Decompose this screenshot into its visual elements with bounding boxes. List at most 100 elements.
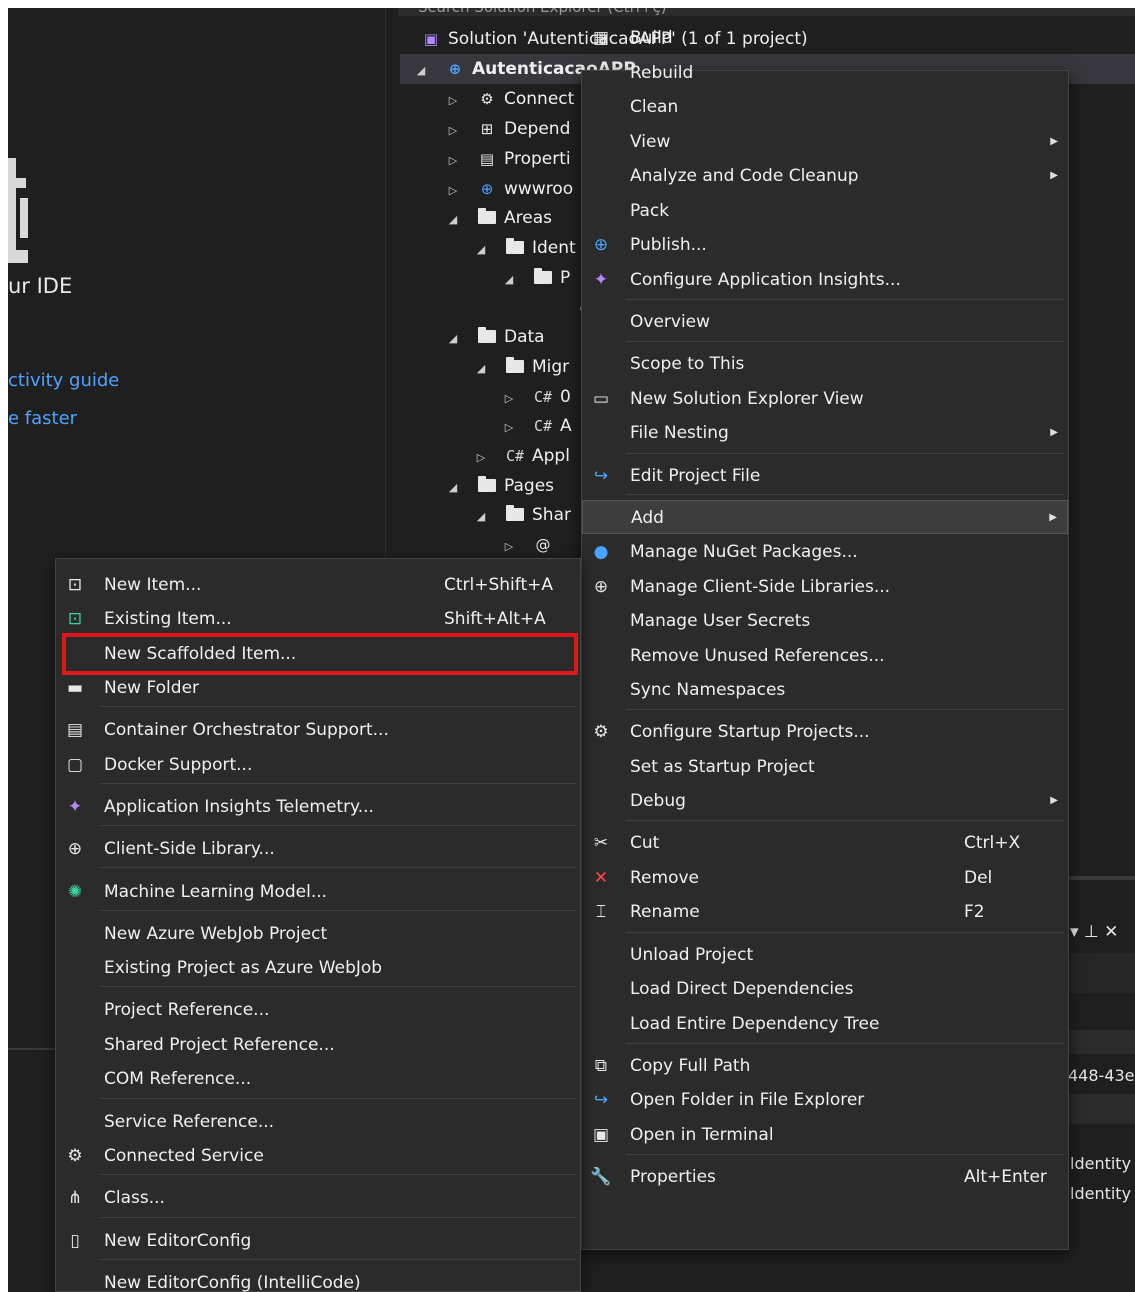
menu-item-new-azure-webjob-project[interactable]: New Azure WebJob Project (56, 917, 580, 951)
menu-item-label: Analyze and Code Cleanup (630, 166, 859, 186)
tree-node[interactable]: ◢ Shar (474, 500, 571, 530)
nuget-icon: ● (593, 542, 609, 562)
menu-item-project-reference[interactable]: Project Reference... (56, 993, 580, 1027)
collapse-arrow-icon[interactable]: ◢ (474, 502, 488, 532)
expand-arrow-icon[interactable]: ▷ (446, 116, 460, 146)
menu-item-open-folder-in-file-explorer[interactable]: ↪ Open Folder in File Explorer (582, 1083, 1068, 1117)
menu-item-build[interactable]: ▦ Build (582, 21, 1068, 55)
tree-node[interactable]: ◢ Data (446, 322, 545, 352)
tree-node[interactable]: ▷ ⊕ wwwroo (446, 174, 573, 204)
tree-node[interactable]: ▷ C# A (502, 411, 572, 441)
menu-item-analyze-and-code-cleanup[interactable]: Analyze and Code Cleanup ▶ (582, 159, 1068, 193)
menu-item-properties[interactable]: 🔧 Properties Alt+Enter (582, 1160, 1068, 1194)
tree-node-label: Depend (504, 119, 571, 139)
menu-item-machine-learning-model[interactable]: ✺ Machine Learning Model... (56, 875, 580, 909)
menu-item-open-in-terminal[interactable]: ▣ Open in Terminal (582, 1118, 1068, 1152)
menu-item-client-side-library[interactable]: ⊕ Client-Side Library... (56, 832, 580, 866)
expand-arrow-icon[interactable]: ▷ (446, 86, 460, 116)
menu-item-load-direct-dependencies[interactable]: Load Direct Dependencies (582, 972, 1068, 1006)
menu-item-sync-namespaces[interactable]: Sync Namespaces (582, 673, 1068, 707)
menu-item-remove-unused-references[interactable]: Remove Unused References... (582, 639, 1068, 673)
panel-pin-controls[interactable]: ▾ ⊥ ✕ (1070, 922, 1118, 942)
tree-node[interactable]: ▷ ⚙ Connect (446, 84, 575, 116)
collapse-arrow-icon[interactable]: ◢ (502, 265, 516, 295)
menu-item-new-item[interactable]: ⊡ New Item... Ctrl+Shift+A (56, 568, 580, 602)
solution-explorer-search[interactable]: Search Solution Explorer (Ctrl+ç) (398, 8, 1135, 16)
menu-item-configure-startup-projects[interactable]: ⚙ Configure Startup Projects... (582, 715, 1068, 749)
menu-item-label: Rename (630, 902, 700, 922)
menu-item-label: Copy Full Path (630, 1056, 751, 1076)
menu-item-cut[interactable]: ✂ Cut Ctrl+X (582, 826, 1068, 860)
menu-item-rename[interactable]: ⌶ Rename F2 (582, 895, 1068, 929)
collapse-arrow-icon[interactable]: ◢ (474, 235, 488, 265)
tree-node[interactable]: ▷ C# 0 (502, 382, 571, 412)
menu-item-manage-user-secrets[interactable]: Manage User Secrets (582, 604, 1068, 638)
new-item-icon: ⊡ (67, 575, 83, 595)
tree-node[interactable]: ◢ Ident (474, 233, 576, 263)
tree-node[interactable]: ▷ @ (502, 530, 560, 560)
menu-item-shortcut: F2 (964, 902, 985, 922)
menu-item-view[interactable]: View ▶ (582, 125, 1068, 159)
menu-item-configure-application-insights[interactable]: ✦ Configure Application Insights... (582, 263, 1068, 297)
menu-item-connected-service[interactable]: ⚙ Connected Service (56, 1139, 580, 1173)
visual-studio-window: ur IDE ctivity guide e faster ▾ ⊥ ✕ 448-… (8, 8, 1135, 1292)
menu-item-existing-project-as-azure-webjob[interactable]: Existing Project as Azure WebJob (56, 951, 580, 985)
menu-item-new-folder[interactable]: ▬ New Folder (56, 671, 580, 705)
new-view-icon: ▭ (592, 389, 610, 409)
menu-item-container-orchestrator-support[interactable]: ▤ Container Orchestrator Support... (56, 713, 580, 747)
menu-item-pack[interactable]: Pack (582, 194, 1068, 228)
menu-item-copy-full-path[interactable]: ⧉ Copy Full Path (582, 1049, 1068, 1083)
menu-item-new-editorconfig-intellicode[interactable]: New EditorConfig (IntelliCode) (56, 1266, 580, 1292)
menu-item-service-reference[interactable]: Service Reference... (56, 1105, 580, 1139)
collapse-arrow-icon[interactable]: ◢ (446, 205, 460, 235)
edit-project-icon: ↪ (593, 466, 609, 486)
tree-node[interactable]: ◢ P (502, 263, 570, 293)
menu-item-debug[interactable]: Debug ▶ (582, 784, 1068, 818)
menu-item-rebuild[interactable]: Rebuild (582, 56, 1068, 90)
productivity-guide-link[interactable]: ctivity guide (8, 370, 119, 391)
collapse-arrow-icon[interactable]: ◢ (446, 324, 460, 354)
tree-node[interactable]: ▷ ⊞ Depend (446, 114, 571, 146)
expand-arrow-icon[interactable]: ▷ (502, 384, 516, 414)
menu-item-class[interactable]: ⋔ Class... (56, 1181, 580, 1215)
menu-item-com-reference[interactable]: COM Reference... (56, 1062, 580, 1096)
menu-item-new-editorconfig[interactable]: ▯ New EditorConfig (56, 1224, 580, 1258)
menu-item-label: Manage Client-Side Libraries... (630, 577, 891, 597)
menu-item-label: New Item... (104, 575, 202, 595)
expand-arrow-icon[interactable]: ▷ (502, 413, 516, 443)
collapse-arrow-icon[interactable]: ◢ (474, 354, 488, 384)
collapse-arrow-icon[interactable]: ◢ (446, 473, 460, 503)
menu-item-clean[interactable]: Clean (582, 90, 1068, 124)
menu-item-remove[interactable]: ✕ Remove Del (582, 861, 1068, 895)
menu-item-manage-client-side-libraries[interactable]: ⊕ Manage Client-Side Libraries... (582, 570, 1068, 604)
menu-item-add[interactable]: Add ▶ (582, 500, 1068, 534)
menu-item-load-entire-dependency-tree[interactable]: Load Entire Dependency Tree (582, 1007, 1068, 1041)
menu-item-docker-support[interactable]: ▢ Docker Support... (56, 748, 580, 782)
tree-node[interactable]: ◢ Areas (446, 203, 552, 233)
menu-item-edit-project-file[interactable]: ↪ Edit Project File (582, 459, 1068, 493)
menu-item-new-solution-explorer-view[interactable]: ▭ New Solution Explorer View (582, 382, 1068, 416)
code-faster-link[interactable]: e faster (8, 408, 77, 429)
terminal-icon: ▣ (592, 1125, 610, 1145)
expand-arrow-icon[interactable]: ▷ (446, 176, 460, 206)
expand-arrow-icon[interactable]: ▷ (474, 443, 488, 473)
collapse-arrow-icon[interactable]: ◢ (414, 56, 428, 86)
expand-arrow-icon[interactable]: ▷ (446, 146, 460, 176)
menu-item-publish[interactable]: ⊕ Publish... (582, 228, 1068, 262)
menu-separator (100, 867, 576, 868)
ml-model-icon: ✺ (67, 882, 83, 902)
menu-item-overview[interactable]: Overview (582, 305, 1068, 339)
tree-node[interactable]: ▷ ▤ Properti (446, 144, 571, 174)
vs-logo-icon (8, 158, 28, 263)
menu-item-set-as-startup-project[interactable]: Set as Startup Project (582, 750, 1068, 784)
tree-node[interactable]: ◢ Migr (474, 352, 569, 382)
menu-item-scope-to-this[interactable]: Scope to This (582, 347, 1068, 381)
menu-item-manage-nuget-packages[interactable]: ● Manage NuGet Packages... (582, 535, 1068, 569)
menu-item-shared-project-reference[interactable]: Shared Project Reference... (56, 1028, 580, 1062)
tree-node[interactable]: ◢ Pages (446, 471, 554, 501)
menu-item-unload-project[interactable]: Unload Project (582, 938, 1068, 972)
menu-item-application-insights-telemetry[interactable]: ✦ Application Insights Telemetry... (56, 790, 580, 824)
menu-item-file-nesting[interactable]: File Nesting ▶ (582, 416, 1068, 450)
menu-item-existing-item[interactable]: ⊡ Existing Item... Shift+Alt+A (56, 602, 580, 636)
tree-node[interactable]: ▷ C# Appl (474, 441, 570, 471)
